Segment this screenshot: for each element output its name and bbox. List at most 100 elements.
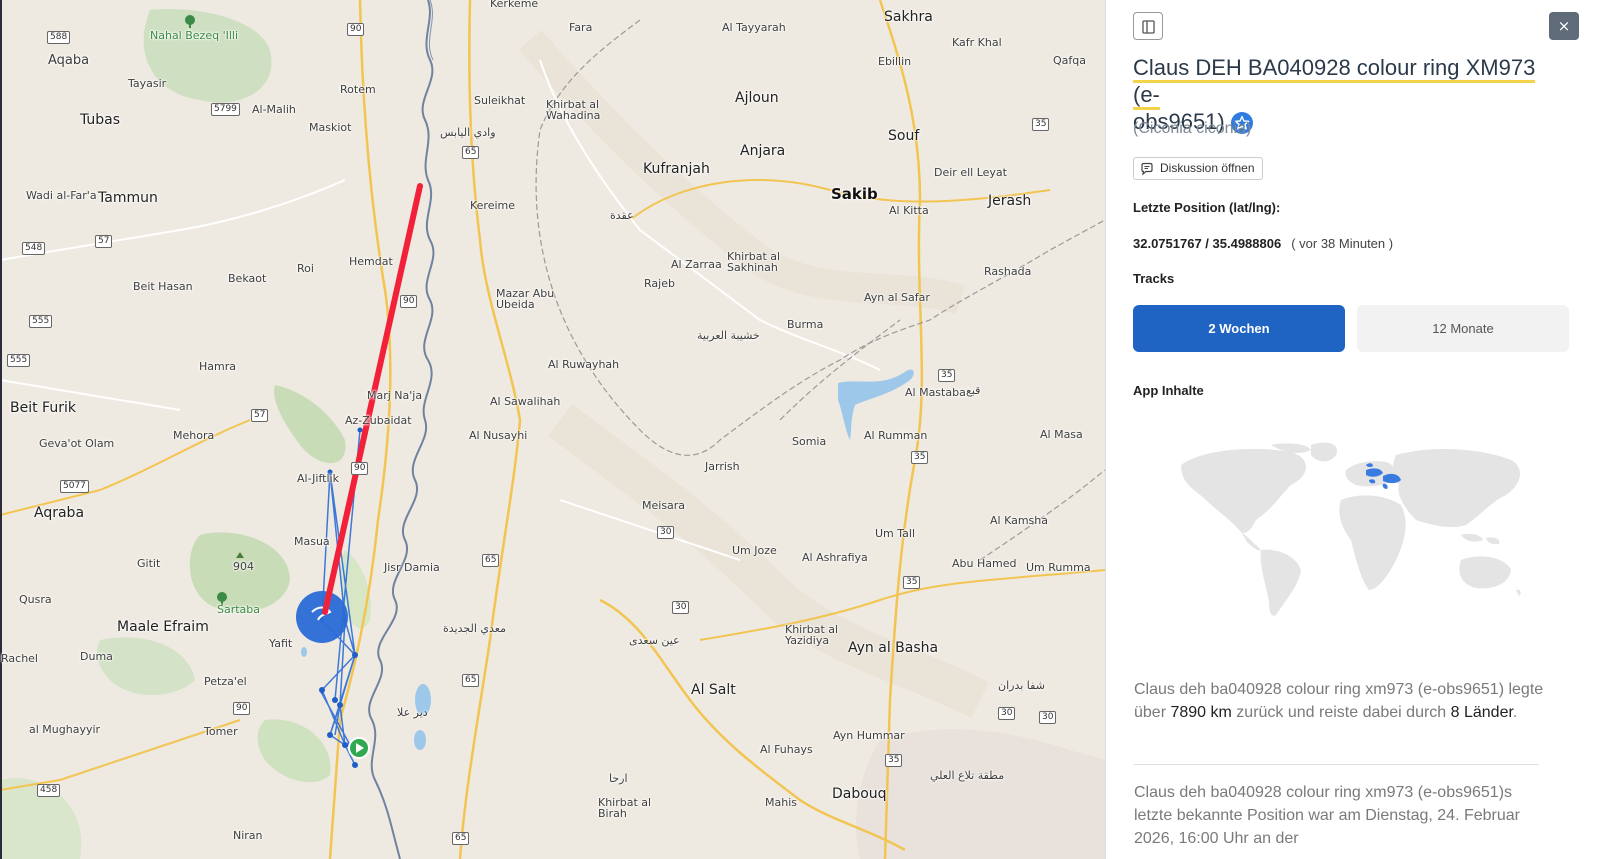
place-label: Kufranjah <box>643 161 710 177</box>
last-position-label: Letzte Position (lat/lng): <box>1133 200 1281 215</box>
road-shield: 35 <box>938 369 956 382</box>
place-label: Al Masa <box>1040 428 1083 441</box>
visited-countries-world-map <box>1181 442 1521 616</box>
road-shield: 30 <box>998 707 1016 720</box>
place-label: Yafit <box>269 637 293 650</box>
road-shield: 90 <box>400 295 418 308</box>
place-label: Al-Malih <box>252 103 296 116</box>
place-label: Mehora <box>173 429 215 442</box>
place-label: Khirbat al Wahadina <box>546 98 601 122</box>
place-label: Al Mastaba <box>905 386 966 399</box>
tab-12-months[interactable]: 12 Monate <box>1357 305 1569 352</box>
road-shield: 57 <box>251 409 269 422</box>
countries-value: 8 Länder <box>1450 704 1513 721</box>
road-shield: 5799 <box>211 103 240 116</box>
collapse-panel-button[interactable] <box>1133 12 1163 40</box>
place-label: Sakib <box>831 185 878 203</box>
place-label: Al Salt <box>691 682 736 698</box>
cluster-marker <box>296 591 348 643</box>
place-label: Al Ashrafiya <box>802 551 868 564</box>
road-shield: 35 <box>903 576 921 589</box>
road-shield: 458 <box>37 784 61 797</box>
place-label: Sakhra <box>884 9 933 25</box>
tracks-label: Tracks <box>1133 271 1175 286</box>
place-label: Jerash <box>988 193 1032 209</box>
detail-panel: × Claus DEH BA040928 colour ring XM973 (… <box>1105 0 1602 859</box>
arabic-label: عين سعدى <box>629 634 680 647</box>
place-label: Kafr Khal <box>952 36 1002 49</box>
place-label: Sartaba <box>217 603 261 616</box>
road-shield: 90 <box>347 23 365 36</box>
place-label: Tammun <box>98 190 158 206</box>
coordinates-readout: 32.0751767 / 35.4988806 ( vor 38 Minuten … <box>1133 236 1393 251</box>
place-label: Niran <box>233 829 263 842</box>
summary-paragraph: Claus deh ba040928 colour ring xm973 (e-… <box>1134 678 1554 724</box>
arabic-label: دير علا <box>397 706 428 719</box>
place-label: Al Nusayhi <box>469 429 528 442</box>
summary-text-b: zurück und reiste dabei durch <box>1231 704 1451 721</box>
place-label: Az-Zubaidat <box>345 414 412 427</box>
road-shield: 65 <box>452 832 470 845</box>
time-ago: ( vor 38 Minuten ) <box>1291 236 1394 251</box>
road-shield: 30 <box>672 601 690 614</box>
place-label: Souf <box>888 128 920 144</box>
chat-bubble-icon <box>1141 162 1153 176</box>
place-label: Petza'el <box>204 675 247 688</box>
species-name: (Ciconia ciconia) <box>1133 120 1252 137</box>
place-label: Mahis <box>765 796 797 809</box>
arabic-label: قبع <box>966 384 981 397</box>
place-label: Marj Na'ja <box>367 389 423 402</box>
app-window: Nahal Bezeq 'Illi Aqaba Tayasir Rotem Al-Mal… <box>0 0 1602 859</box>
place-label: Rashada <box>984 265 1032 278</box>
map-view[interactable]: Nahal Bezeq 'Illi Aqaba Tayasir Rotem Al-Mal… <box>0 0 1105 859</box>
arabic-label: شفا بدران <box>998 679 1045 692</box>
road-shield: 57 <box>95 235 113 248</box>
road-shield: 588 <box>47 31 71 44</box>
place-label: Rajeb <box>644 277 675 290</box>
place-label: Um Joze <box>732 544 777 557</box>
place-label: Al-Jiftlik <box>297 472 339 485</box>
place-label: Ayn al Basha <box>848 640 939 656</box>
place-label: Al Sawalihah <box>490 395 561 408</box>
place-label: Jisr Damia <box>384 561 440 574</box>
place-label: Beit Furik <box>10 400 76 416</box>
open-discussion-button[interactable]: Diskussion öffnen <box>1133 157 1263 180</box>
road-shield: 90 <box>351 462 369 475</box>
place-label: Kerkeme <box>490 0 539 10</box>
place-label: Aqraba <box>34 505 85 521</box>
place-label: Ayn al Safar <box>864 291 930 304</box>
place-label: Fara <box>569 21 593 34</box>
place-label: Al Zarraa <box>671 258 722 271</box>
arabic-label: مطقة تلاع العلي <box>930 769 1005 782</box>
road-shield: 35 <box>885 754 903 767</box>
place-label: Tomer <box>204 725 238 738</box>
place-label: Geva'ot Olam <box>39 437 115 450</box>
place-label: Ajloun <box>735 90 779 106</box>
tab-2-weeks[interactable]: 2 Wochen <box>1133 305 1345 352</box>
place-label: Wadi al-Far'a <box>26 189 97 202</box>
place-label: Hamra <box>199 360 236 373</box>
arabic-label: وادي اليابس <box>440 126 496 139</box>
place-label: Mazar Abu Ubeida <box>496 287 555 311</box>
place-label: Kereime <box>470 199 516 212</box>
place-label: Deir ell Leyat <box>934 166 1007 179</box>
title-line-1: Claus DEH BA040928 colour ring XM973 (e- <box>1133 55 1536 110</box>
arabic-label: عقدة <box>610 209 634 222</box>
place-label: Nahal Bezeq 'Illi <box>150 29 239 42</box>
place-label: Bekaot <box>228 272 267 285</box>
distance-value: 7890 km <box>1170 704 1232 721</box>
app-content-label: App Inhalte <box>1133 383 1204 398</box>
place-label: Roi <box>297 262 314 275</box>
road-shield: 35 <box>1032 118 1050 131</box>
sidebar-toggle-icon <box>1142 20 1155 34</box>
place-label: Abu Hamed <box>952 557 1017 570</box>
road-shield: 35 <box>911 451 929 464</box>
place-label: Meisara <box>642 499 686 512</box>
place-label: Tayasir <box>128 77 167 90</box>
road-shield: 555 <box>29 315 53 328</box>
coordinates-value: 32.0751767 / 35.4988806 <box>1133 236 1282 251</box>
close-button[interactable]: × <box>1549 12 1579 40</box>
place-label: Maale Efraim <box>117 619 209 635</box>
place-label: Tubas <box>80 112 121 128</box>
road-shield: 90 <box>233 702 251 715</box>
